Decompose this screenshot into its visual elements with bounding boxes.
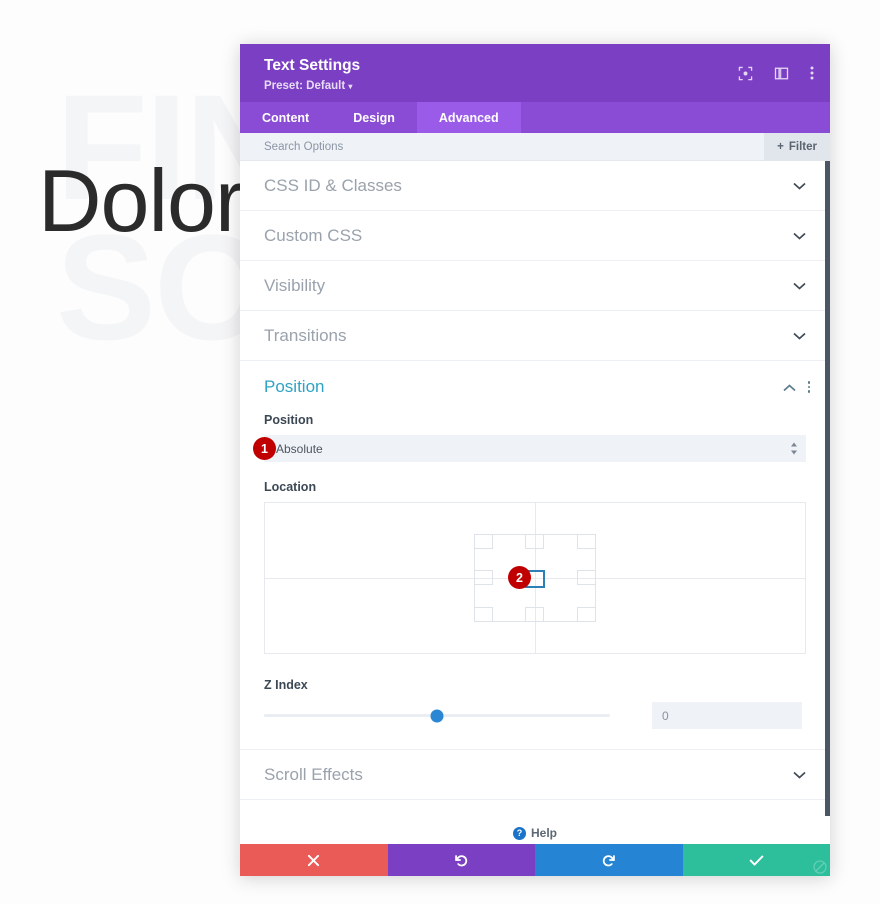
z-index-slider-thumb[interactable] (430, 709, 444, 722)
tab-content[interactable]: Content (240, 102, 331, 133)
cancel-button[interactable] (240, 844, 388, 876)
location-field: Location 2 (240, 480, 830, 654)
cell-marker-icon (474, 534, 493, 549)
filter-button-label: Filter (788, 140, 817, 153)
z-index-field: Z Index 0 (240, 678, 830, 729)
location-cell-top-center[interactable] (515, 534, 555, 564)
chevron-down-icon (793, 329, 806, 342)
layout-panel-icon[interactable] (774, 66, 789, 81)
search-options-row: + Filter (240, 132, 830, 161)
section-custom-css[interactable]: Custom CSS (240, 211, 830, 261)
cell-marker-icon (525, 534, 544, 549)
z-index-field-label: Z Index (264, 678, 308, 692)
cell-marker-icon (474, 569, 493, 585)
chevron-down-icon (793, 279, 806, 292)
resize-handle-icon[interactable] (812, 859, 828, 875)
position-select-value: Absolute (276, 441, 323, 456)
more-options-icon[interactable] (810, 65, 814, 81)
help-icon: ? (512, 826, 526, 840)
location-cell-bottom-left[interactable] (474, 592, 515, 622)
step-badge-1: 1 (253, 437, 276, 460)
position-select[interactable]: Absolute (264, 435, 806, 462)
cell-marker-icon (577, 569, 596, 585)
location-cell-top-right[interactable] (555, 534, 596, 564)
chevron-down-icon (793, 179, 806, 192)
help-link[interactable]: ? Help (240, 822, 830, 844)
modal-body: CSS ID & Classes Custom CSS Visibility T… (240, 161, 830, 844)
position-field-label: Position (264, 413, 314, 427)
filter-button[interactable]: + Filter (764, 132, 830, 161)
tab-design[interactable]: Design (331, 102, 417, 133)
save-button[interactable] (682, 844, 830, 876)
section-position-header[interactable]: Position (240, 361, 830, 413)
search-input[interactable] (264, 140, 664, 153)
section-label: Scroll Effects (264, 764, 363, 784)
section-label: Position (264, 377, 325, 396)
chevron-up-icon[interactable] (782, 381, 796, 394)
cell-marker-icon (474, 606, 493, 622)
help-label: Help (530, 826, 557, 840)
z-index-slider-row: 0 (264, 702, 806, 729)
chevron-down-icon (793, 229, 806, 242)
section-scroll-effects[interactable]: Scroll Effects (240, 750, 830, 800)
redo-button[interactable] (535, 844, 683, 876)
modal-tab-bar: Content Design Advanced (240, 102, 830, 133)
modal-action-bar (240, 844, 830, 876)
location-picker[interactable]: 2 (264, 502, 806, 654)
section-transitions[interactable]: Transitions (240, 311, 830, 361)
section-css-id-classes[interactable]: CSS ID & Classes (240, 161, 830, 211)
plus-icon: + (777, 140, 784, 153)
modal-header: Text Settings Preset: Default ▾ (240, 44, 830, 102)
section-label: CSS ID & Classes (264, 175, 402, 195)
position-field: Position 1 Absolute (240, 413, 830, 462)
z-index-slider[interactable] (264, 709, 610, 722)
scrollbar-thumb[interactable] (825, 161, 830, 816)
section-visibility[interactable]: Visibility (240, 261, 830, 311)
z-index-slider-fill (264, 714, 437, 717)
preset-selector[interactable]: Preset: Default ▾ (264, 78, 360, 95)
section-label: Visibility (264, 275, 326, 295)
cell-marker-icon (577, 534, 596, 549)
cell-marker-icon (525, 606, 544, 622)
preset-label: Preset: Default (264, 80, 346, 92)
modal-title: Text Settings (264, 57, 361, 74)
modal-header-icons (738, 54, 814, 81)
cell-marker-icon (577, 606, 596, 622)
text-settings-modal: Text Settings Preset: Default ▾ Content … (240, 44, 830, 876)
z-index-value-field[interactable]: 0 (652, 702, 802, 729)
undo-button[interactable] (387, 844, 535, 876)
position-select-wrap: 1 Absolute (253, 435, 806, 462)
section-more-options-icon[interactable] (807, 381, 810, 393)
location-field-label: Location (264, 480, 317, 494)
tab-advanced[interactable]: Advanced (416, 102, 521, 133)
section-label: Transitions (264, 325, 347, 345)
location-cell-bottom-right[interactable] (555, 592, 596, 622)
section-header-tools (782, 381, 810, 394)
chevron-down-icon: ▾ (348, 82, 353, 91)
modal-scrollbar[interactable] (825, 161, 830, 844)
modal-header-titles: Text Settings Preset: Default ▾ (264, 54, 360, 95)
chevron-down-icon (793, 768, 806, 781)
select-updown-icon (790, 442, 798, 455)
section-label: Custom CSS (264, 225, 363, 245)
location-grid (474, 534, 596, 622)
location-cell-bottom-center[interactable] (515, 592, 555, 622)
location-cell-center-right[interactable] (555, 564, 596, 593)
step-badge-2: 2 (508, 566, 531, 589)
section-position: Position Position 1 Absolute Location 2 … (240, 361, 830, 750)
location-cell-top-left[interactable] (474, 534, 515, 564)
focus-icon[interactable] (738, 66, 753, 81)
